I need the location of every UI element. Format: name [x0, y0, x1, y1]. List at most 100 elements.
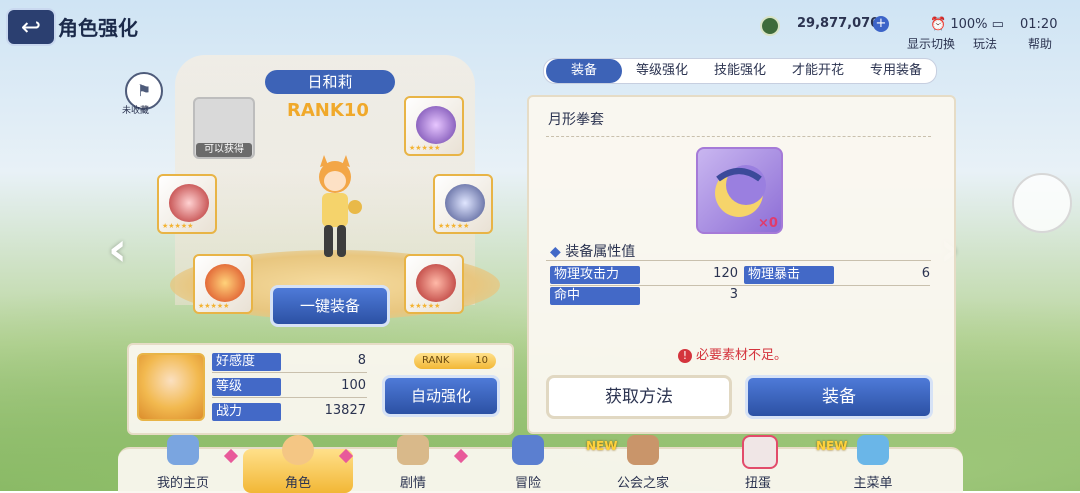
nav-home-label: 我的主页 [156, 476, 209, 491]
divider [546, 260, 931, 261]
nav-story[interactable]: 剧情 [358, 435, 469, 493]
new-badge: NEW [816, 439, 848, 453]
notice-diamond [223, 448, 239, 464]
nav-adventure-label: 冒险 [514, 476, 541, 491]
alarm-icon: ⏰ [930, 17, 947, 32]
nav-adventure[interactable]: 冒险 [473, 435, 583, 493]
star-rating: ★★★★★ [162, 222, 194, 230]
nav-story-label: 剧情 [399, 476, 426, 491]
material-warning-text: 必要素材不足。 [696, 348, 788, 363]
gacha-machine-icon [742, 435, 778, 469]
power-label: 战力 [212, 403, 281, 421]
character-name: 日和莉 [265, 70, 395, 94]
nav-character-label: 角色 [284, 476, 311, 491]
star-rating: ★★★★★ [409, 144, 441, 152]
character-sprite [319, 155, 362, 257]
attr-physical-attack-label: 物理攻击力 [550, 266, 640, 284]
star-rating: ★★★★★ [198, 302, 230, 310]
tab-equipment[interactable]: 装备 [546, 59, 622, 83]
attr-physical-crit-label: 物理暴击 [744, 266, 834, 284]
castle-icon [167, 435, 199, 465]
necklace-icon [416, 264, 456, 302]
star-rating: ★★★★★ [409, 302, 441, 310]
nav-guild-house[interactable]: NEW 公会之家 [586, 435, 698, 493]
one-click-equip-button[interactable]: 一键装备 [270, 285, 390, 327]
gold-amount: 29,877,070 [797, 16, 880, 31]
power-value: 13827 [324, 403, 366, 418]
help-label: 帮助 [1028, 37, 1053, 51]
battery-icon: ▭ [991, 17, 1004, 32]
equipment-count: ×0 [758, 216, 778, 231]
equip-slot-3[interactable]: ★★★★★ [157, 174, 217, 234]
character-portrait[interactable] [137, 353, 205, 421]
battery-level: 100% [950, 17, 988, 32]
equipment-name: 月形拳套 [548, 112, 604, 128]
equip-slot-4[interactable]: ★★★★★ [433, 174, 493, 234]
scroll-icon [397, 435, 429, 465]
clock: 01:20 [1020, 17, 1058, 32]
exclamation-icon: ! [678, 349, 692, 363]
auto-enhance-button[interactable]: 自动强化 [382, 375, 500, 417]
enhance-tabs: 装备 等级强化 技能强化 才能开花 专用装备 [543, 58, 937, 84]
nav-character[interactable]: 角色 [243, 435, 354, 493]
bookmark-icon: ⚑ [136, 81, 152, 100]
star-rating: ★★★★★ [438, 222, 470, 230]
attribute-title-text: 装备属性值 [565, 244, 636, 260]
tab-level-enhance[interactable]: 等级强化 [624, 59, 700, 83]
display-toggle-button[interactable]: 显示切换 [907, 33, 955, 52]
favorite-label: 未收藏 [122, 106, 150, 116]
bottom-nav: 我的主页 角色 剧情 冒险 NEW 公会之家 扭蛋 NEW 主菜单 [118, 435, 963, 493]
divider [550, 285, 930, 286]
equip-slot-6[interactable]: ★★★★★ [404, 254, 464, 314]
help-button[interactable]: 帮助 [1028, 33, 1052, 52]
character-rank: RANK10 [287, 100, 369, 121]
tab-skill-enhance[interactable]: 技能强化 [702, 59, 778, 83]
gameplay-button[interactable]: 玩法 [973, 33, 997, 52]
equip-button[interactable]: 装备 [745, 375, 933, 419]
back-button[interactable]: ↩ [6, 8, 56, 46]
back-arrow-icon: ↩ [20, 13, 42, 41]
diamond-bullet-icon: ◆ [550, 244, 561, 260]
tab-talent-bloom[interactable]: 才能开花 [780, 59, 856, 83]
battery-status: ⏰ 100% ▭ [930, 17, 1004, 32]
crystal-icon [857, 435, 889, 465]
armor-icon [169, 184, 209, 222]
nav-guild-house-label: 公会之家 [616, 476, 669, 491]
page-title: 角色强化 [58, 16, 138, 40]
nav-home[interactable]: 我的主页 [128, 435, 239, 493]
gauntlet-icon [416, 106, 456, 144]
get-method-button[interactable]: 获取方法 [546, 375, 732, 419]
divider [212, 397, 367, 398]
side-menu-button[interactable] [1012, 173, 1072, 233]
divider [546, 136, 931, 137]
affection-value: 8 [357, 353, 366, 368]
divider [212, 372, 367, 373]
rank-badge: RANK 10 [414, 353, 496, 369]
notice-diamond [338, 448, 354, 464]
material-warning: ! 必要素材不足。 [678, 344, 787, 363]
claw-icon [445, 184, 485, 222]
display-toggle-label: 显示切换 [907, 37, 956, 51]
prev-character-arrow[interactable]: ‹ [108, 222, 127, 276]
house-door-icon [627, 435, 659, 465]
add-gold-button[interactable]: + [873, 16, 889, 32]
obtainable-label: 可以获得 [196, 143, 252, 157]
notice-diamond [453, 448, 469, 464]
equip-slot-2[interactable]: ★★★★★ [404, 96, 464, 156]
shield-sword-icon [512, 435, 544, 465]
nav-gacha-label: 扭蛋 [744, 476, 771, 491]
nav-main-menu[interactable]: NEW 主菜单 [816, 435, 928, 493]
attr-physical-crit-value: 6 [921, 266, 930, 281]
feather-icon [205, 264, 245, 302]
level-label: 等级 [212, 378, 281, 396]
attribute-title: ◆ 装备属性值 [550, 241, 635, 261]
affection-label: 好感度 [212, 353, 281, 371]
gold-coin-icon [760, 16, 780, 36]
attr-accuracy-value: 3 [729, 287, 738, 302]
nav-gacha[interactable]: 扭蛋 [703, 435, 813, 493]
rank-badge-value: 10 [475, 355, 488, 366]
attr-physical-attack-value: 120 [713, 266, 738, 281]
nav-main-menu-label: 主菜单 [853, 476, 893, 491]
tab-unique-equipment[interactable]: 专用装备 [858, 59, 934, 83]
equip-slot-5[interactable]: ★★★★★ [193, 254, 253, 314]
